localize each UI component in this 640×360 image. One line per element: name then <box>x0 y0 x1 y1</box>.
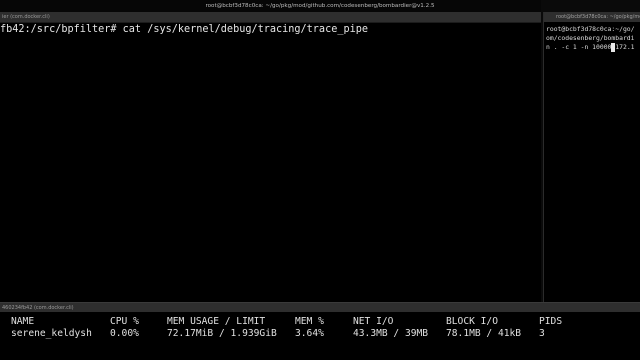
right-terminal-line-3[interactable]: n . -c 1 -n 10000 172.1 <box>546 43 635 52</box>
cell-block-io: 78.1MB / 41kB <box>446 328 522 339</box>
right-terminal-command-tail: 172.1 <box>615 43 635 51</box>
stats-data-row: serene_keldysh 0.00% 72.17MiB / 1.939GiB… <box>0 327 640 340</box>
bottom-terminal-title[interactable]: 460234fb42 (com.docker.cli) <box>0 302 640 312</box>
main-terminal-titlebar[interactable]: ier (com.docker.cli) <box>0 12 541 23</box>
right-terminal-line-1: root@bcbf3d78c0ca:~/go/ <box>546 25 635 33</box>
cell-name: serene_keldysh <box>11 328 92 339</box>
right-terminal-command-text: n . -c 1 -n 10000 <box>546 43 612 51</box>
cell-net-io: 43.3MB / 39MB <box>353 328 429 339</box>
right-terminal-line-2: om/codesenberg/bombardi <box>546 34 635 42</box>
main-terminal-window[interactable]: ier (com.docker.cli) fb42:/src/bpfilter#… <box>0 0 541 302</box>
cell-cpu: 0.00% <box>110 328 139 339</box>
cell-mem-usage: 72.17MiB / 1.939GiB <box>167 328 277 339</box>
cell-pids: 3 <box>539 328 545 339</box>
main-terminal-command-line[interactable]: fb42:/src/bpfilter# cat /sys/kernel/debu… <box>0 23 368 37</box>
window-title: root@bcbf3d78c0ca: ~/go/pkg/mod/github.c… <box>205 3 435 9</box>
cell-mem-pct: 3.64% <box>295 328 324 339</box>
right-terminal-window[interactable]: root@bcbf3d78c0ca: ~/go/pkg/mod/github.c… <box>543 12 640 302</box>
main-terminal-title: ier (com.docker.cli) <box>2 14 50 20</box>
right-terminal-titlebar[interactable]: root@bcbf3d78c0ca: ~/go/pkg/mod/github.c… <box>544 12 640 22</box>
bottom-terminal-window[interactable]: 460234fb42 (com.docker.cli) NAME CPU % M… <box>0 302 640 360</box>
desktop: ier (com.docker.cli) fb42:/src/bpfilter#… <box>0 0 640 360</box>
